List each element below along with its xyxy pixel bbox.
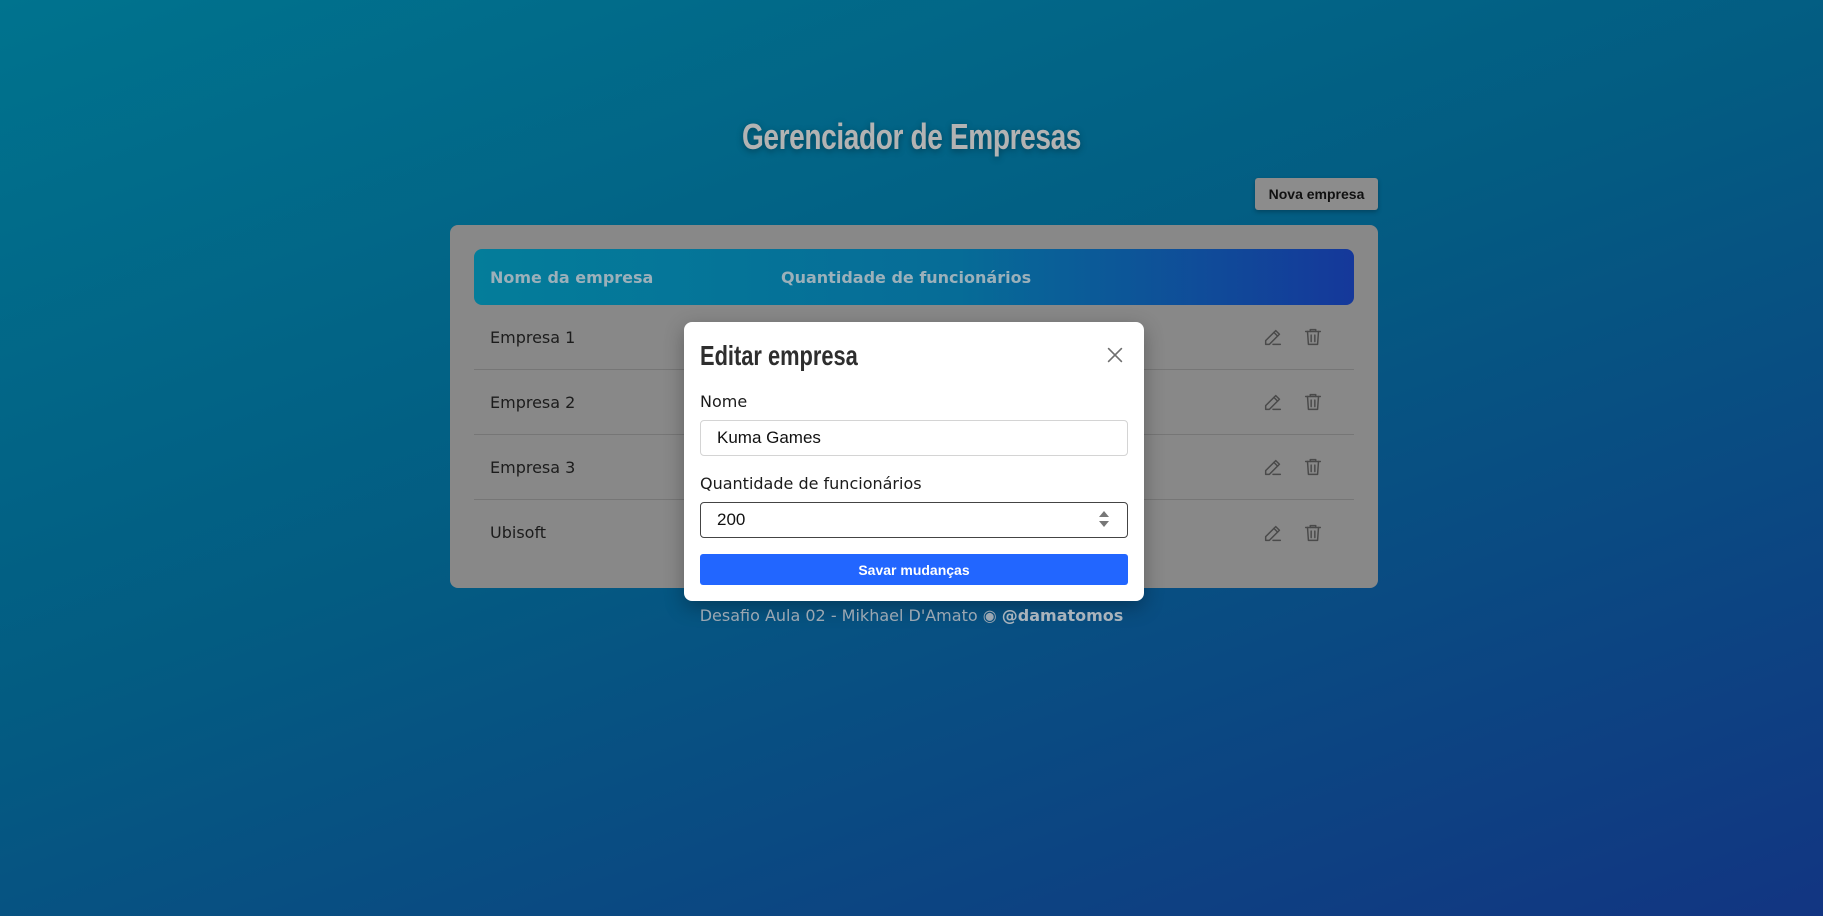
row-actions <box>1262 391 1324 413</box>
company-name: Empresa 2 <box>490 392 576 412</box>
stepper-down-icon[interactable] <box>1099 521 1109 527</box>
name-input-value: Kuma Games <box>717 428 821 447</box>
employees-label: Quantidade de funcionários <box>700 474 922 493</box>
trash-icon[interactable] <box>1302 456 1324 478</box>
trash-icon[interactable] <box>1302 391 1324 413</box>
employees-input-value: 200 <box>717 510 746 529</box>
employees-input[interactable]: 200 <box>700 502 1128 538</box>
footer: Desafio Aula 02 - Mikhael D'Amato ◉ @dam… <box>0 606 1823 625</box>
row-actions <box>1262 522 1324 544</box>
page-title: Gerenciador de Empresas <box>741 116 1082 157</box>
table-header: Nome da empresa Quantidade de funcionári… <box>474 249 1354 305</box>
trash-icon[interactable] <box>1302 522 1324 544</box>
modal-title: Editar empresa <box>700 340 858 371</box>
column-header-name: Nome da empresa <box>490 267 654 287</box>
row-actions <box>1262 456 1324 478</box>
pencil-icon[interactable] <box>1262 391 1284 413</box>
name-input[interactable]: Kuma Games <box>700 420 1128 456</box>
column-header-employees: Quantidade de funcionários <box>781 267 1032 287</box>
edit-company-modal: Editar empresa Nome Kuma Games Quantidad… <box>684 322 1144 601</box>
number-stepper[interactable] <box>1099 511 1109 527</box>
footer-text: Desafio Aula 02 - Mikhael D'Amato ◉ <box>699 606 1002 625</box>
save-changes-button[interactable]: Savar mudanças <box>700 554 1128 585</box>
pencil-icon[interactable] <box>1262 326 1284 348</box>
company-name: Empresa 1 <box>490 327 576 347</box>
pencil-icon[interactable] <box>1262 522 1284 544</box>
row-actions <box>1262 326 1324 348</box>
stepper-up-icon[interactable] <box>1099 511 1109 517</box>
new-company-button[interactable]: Nova empresa <box>1255 178 1378 210</box>
trash-icon[interactable] <box>1302 326 1324 348</box>
pencil-icon[interactable] <box>1262 456 1284 478</box>
company-name: Empresa 3 <box>490 457 576 477</box>
name-label: Nome <box>700 392 748 411</box>
close-icon[interactable] <box>1104 344 1126 366</box>
footer-handle-link[interactable]: @damatomos <box>1002 606 1124 625</box>
company-name: Ubisoft <box>490 523 547 542</box>
